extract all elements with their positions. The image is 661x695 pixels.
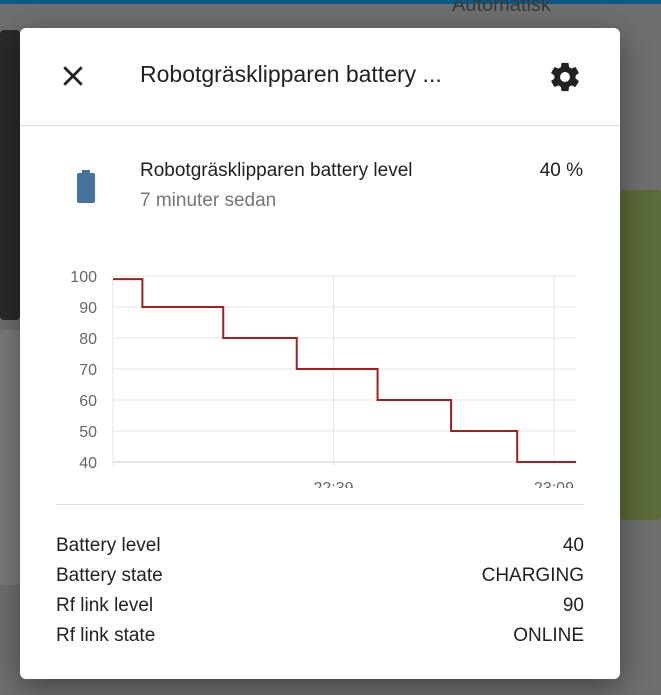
attribute-value: 90 <box>562 595 584 616</box>
dialog-title: Robotgräsklipparen battery ... <box>140 61 442 87</box>
y-tick-label: 80 <box>79 331 97 348</box>
battery-icon <box>77 170 95 203</box>
y-tick-label: 50 <box>79 424 97 441</box>
attribute-row: Battery level 40 <box>56 531 584 561</box>
attribute-row: Rf link level 90 <box>56 591 584 621</box>
entity-state: 40 % <box>539 160 583 181</box>
attribute-row: Rf link state ONLINE <box>56 621 584 651</box>
y-tick-label: 70 <box>79 362 97 379</box>
entity-last-changed: 7 minuter sedan <box>140 190 277 211</box>
attribute-label: Rf link level <box>56 595 154 616</box>
gear-icon[interactable] <box>548 60 582 94</box>
divider <box>56 504 584 505</box>
background-card <box>620 190 661 520</box>
attribute-label: Battery level <box>56 535 161 556</box>
history-chart[interactable]: 100 90 80 70 60 50 40 22:39 23:09 <box>20 228 620 488</box>
attribute-label: Rf link state <box>56 625 156 646</box>
dialog-header: Robotgräsklipparen battery ... <box>20 28 620 126</box>
attribute-label: Battery state <box>56 565 163 586</box>
y-tick-label: 40 <box>79 455 97 472</box>
y-tick-label: 60 <box>79 393 97 410</box>
attribute-row: Battery state CHARGING <box>56 561 584 591</box>
more-info-dialog: Robotgräsklipparen battery ... Robotgräs… <box>20 28 620 679</box>
entity-name: Robotgräsklipparen battery level <box>140 160 413 181</box>
x-tick-label: 22:39 <box>313 480 353 488</box>
background-card <box>0 330 20 585</box>
top-bar <box>0 0 661 4</box>
attribute-value: ONLINE <box>513 625 584 646</box>
x-tick-label: 23:09 <box>534 480 574 488</box>
close-icon[interactable] <box>58 61 88 91</box>
attribute-value: 40 <box>562 535 584 556</box>
background-text: Automatisk <box>452 0 551 16</box>
y-tick-label: 100 <box>70 269 97 286</box>
y-tick-label: 90 <box>79 300 97 317</box>
background-card <box>0 30 20 320</box>
attributes-list: Battery level 40 Battery state CHARGING Rf… <box>56 531 584 651</box>
attribute-value: CHARGING <box>481 565 584 586</box>
